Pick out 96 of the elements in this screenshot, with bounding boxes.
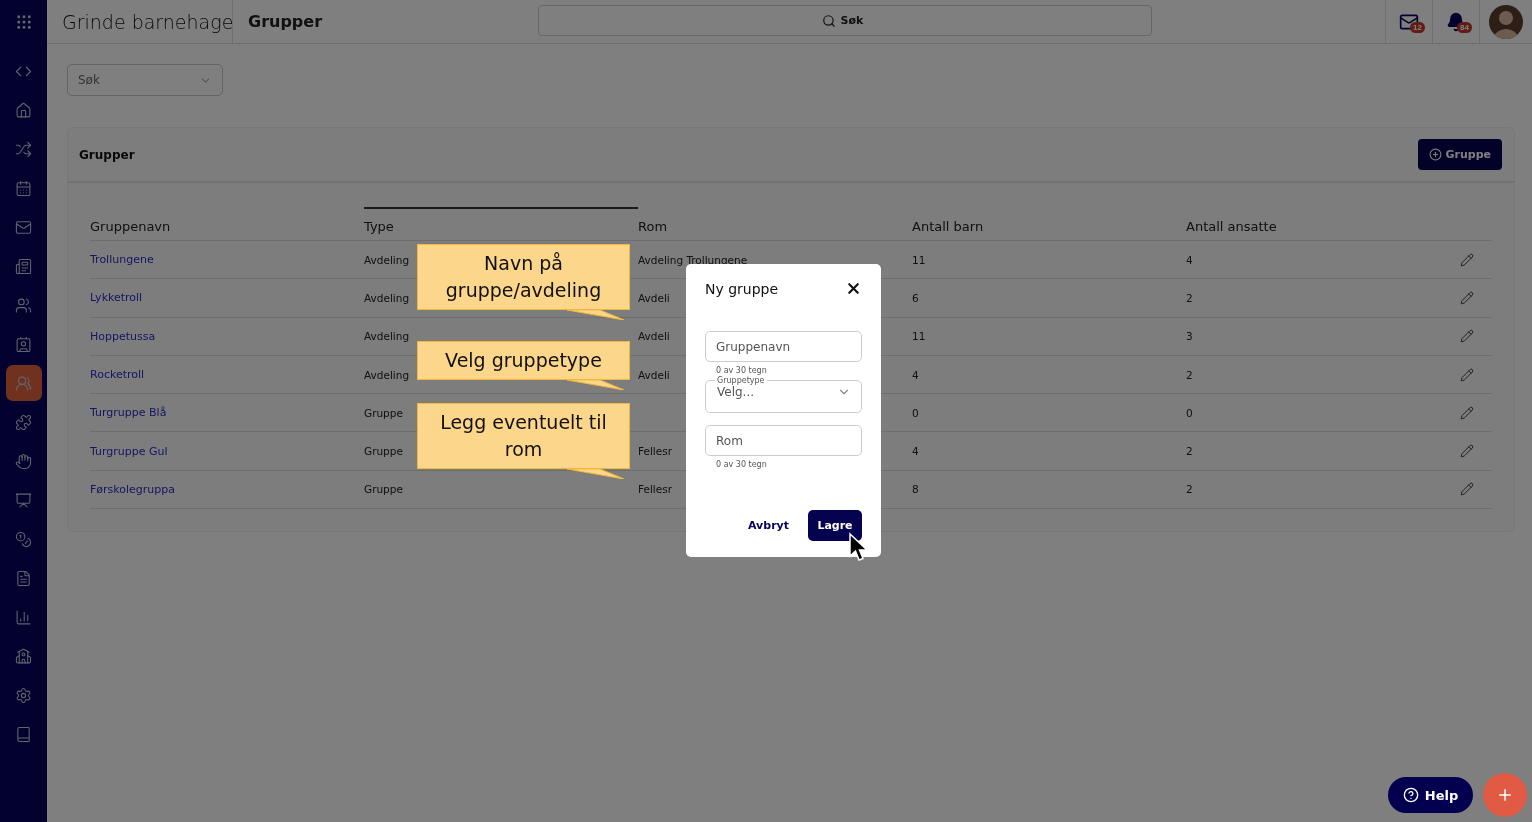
pencil-icon (1460, 444, 1474, 459)
search-icon (821, 13, 836, 28)
group-icon (15, 374, 32, 392)
plus-icon (1496, 786, 1514, 804)
page-title: Grupper (247, 11, 324, 33)
search-field[interactable]: Søk (538, 5, 1152, 36)
group-name-link[interactable]: Turgruppe Blå (90, 406, 167, 420)
callout-tail (566, 380, 625, 390)
character-count: 0 av 30 tegn (716, 460, 768, 469)
callout-tail (566, 310, 625, 320)
column-header[interactable]: Antall barn (912, 207, 1186, 241)
table-cell: Fellesr (638, 445, 672, 458)
group-name-link[interactable]: Førskolegruppa (90, 482, 176, 496)
table-cell: Avdeling (364, 291, 410, 304)
column-header[interactable]: Rom (638, 207, 912, 241)
book-icon (15, 725, 32, 743)
calendar-icon (15, 179, 32, 197)
hand-icon (15, 452, 32, 470)
app-title: Grinde barnehage (47, 0, 233, 43)
group-name-link[interactable]: Rocketroll (90, 368, 145, 382)
pencil-icon (1460, 405, 1474, 420)
coins-icon (15, 530, 32, 548)
table-cell: Avdeling (364, 368, 410, 381)
pencil-icon (1460, 482, 1474, 497)
table-cell: 0 (912, 406, 919, 419)
table-cell: Avdeli (638, 330, 670, 343)
help-button[interactable]: Help (1388, 777, 1473, 813)
settings-icon (15, 686, 32, 704)
table-cell: 2 (1186, 291, 1193, 304)
table-cell: 3 (1186, 330, 1193, 343)
text-field[interactable]: Rom (705, 425, 862, 456)
column-header[interactable]: Antall ansatte (1186, 207, 1442, 241)
text-field[interactable]: Gruppenavn (705, 331, 862, 362)
group-name-link[interactable]: Turgruppe Gul (90, 444, 168, 458)
notification-button[interactable]: 12 (1385, 0, 1432, 43)
card-title: Grupper (79, 147, 135, 162)
home-icon (15, 101, 32, 119)
save-button[interactable]: Lagre (808, 510, 862, 541)
column-header[interactable]: Type (364, 207, 638, 241)
table-cell: 4 (912, 368, 919, 381)
group-name-link[interactable]: Hoppetussa (90, 329, 156, 343)
table-cell: 4 (912, 445, 919, 458)
table-cell: 11 (912, 253, 926, 266)
table-cell: 11 (912, 330, 926, 343)
plus-circle-icon (1428, 148, 1442, 161)
dialog-title: Ny gruppe (705, 280, 779, 297)
table-cell: Avdeling (364, 330, 410, 343)
cancel-button[interactable]: Avbryt (747, 519, 789, 532)
sidebar-item[interactable] (5, 365, 42, 401)
column-header[interactable]: Gruppenavn (90, 207, 364, 241)
unread-count: 12 (1410, 22, 1425, 33)
select-field[interactable]: Gruppetype Velg... (705, 376, 862, 413)
table-cell: Avdeli (638, 368, 670, 381)
notification-button[interactable]: 84 (1432, 0, 1479, 43)
puzzle-icon (15, 413, 32, 431)
table-cell: Gruppe (364, 406, 403, 419)
unread-count: 84 (1457, 22, 1472, 33)
close-button[interactable] (845, 280, 862, 297)
school-icon (15, 647, 32, 665)
grid-icon (14, 13, 33, 31)
bar-chart-icon (15, 608, 32, 626)
add-group-button[interactable]: Gruppe (1417, 139, 1502, 170)
pencil-icon (1460, 252, 1474, 267)
group-name-link[interactable]: Trollungene (90, 253, 154, 267)
table-cell: 0 (1186, 406, 1193, 419)
pencil-icon (1460, 290, 1474, 305)
callout-tail (566, 469, 625, 479)
shuffle-icon (15, 140, 32, 158)
close-icon (845, 280, 862, 297)
document-icon (15, 569, 32, 587)
mail-icon (15, 218, 32, 236)
table-cell: Avdeling Trollungene (638, 253, 748, 266)
group-name-link[interactable]: Lykketroll (90, 291, 143, 305)
search-dropdown[interactable]: Søk (67, 64, 223, 96)
table-cell: 2 (1186, 368, 1193, 381)
help-icon (1402, 787, 1419, 803)
table-cell: 4 (1186, 253, 1193, 266)
search-input[interactable]: Søk (840, 14, 869, 27)
table-cell: 8 (912, 483, 919, 496)
table-cell: Gruppe (364, 483, 403, 496)
table-cell: Gruppe (364, 445, 403, 458)
people-icon (15, 296, 32, 314)
character-count: 0 av 30 tegn (716, 366, 768, 375)
id-card-icon (15, 335, 32, 353)
table-cell: 6 (912, 291, 919, 304)
table-cell: 2 (1186, 483, 1193, 496)
table-cell: Avdeling (364, 253, 410, 266)
table-cell: 2 (1186, 445, 1193, 458)
desk-icon (15, 491, 32, 509)
pencil-icon (1460, 367, 1474, 382)
add-button[interactable] (1483, 773, 1527, 817)
table-cell: Avdeli (638, 291, 670, 304)
table-cell: Fellesr (638, 483, 672, 496)
avatar[interactable] (1489, 4, 1523, 39)
newspaper-icon (15, 257, 32, 275)
pencil-icon (1460, 329, 1474, 344)
